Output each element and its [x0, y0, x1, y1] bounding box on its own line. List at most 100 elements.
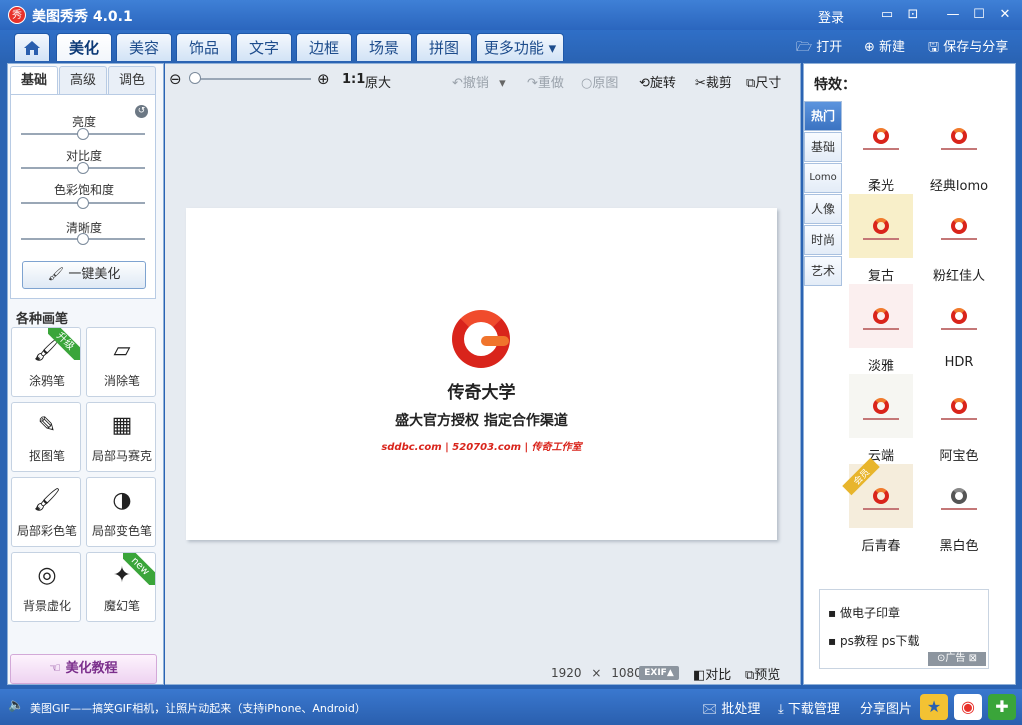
- brush-magic-button[interactable]: ✦ 魔幻笔 new: [86, 552, 156, 622]
- home-tab[interactable]: [14, 33, 50, 61]
- batch-button[interactable]: 🖂 批处理: [702, 698, 760, 722]
- ad-label[interactable]: ⊙广告 ⊠: [928, 652, 986, 666]
- resize-button[interactable]: ⧉尺寸: [746, 72, 781, 91]
- add-icon[interactable]: ✚: [988, 694, 1016, 720]
- sharpness-slider-knob[interactable]: [77, 233, 89, 245]
- effect-thumbnail[interactable]: 会员: [842, 457, 913, 528]
- tab-collage[interactable]: 拼图: [416, 33, 472, 61]
- effect-label[interactable]: 云端: [842, 445, 920, 464]
- effect-thumbnail[interactable]: [849, 194, 913, 258]
- menu-icon[interactable]: ⊡: [902, 5, 924, 25]
- effects-title: 特效：: [814, 77, 856, 93]
- effect-category-tab[interactable]: 时尚: [804, 225, 842, 255]
- brush-recolor-icon: ◑: [112, 488, 132, 513]
- effect-thumbnail[interactable]: [927, 464, 991, 528]
- effect-thumbnail[interactable]: [849, 374, 913, 438]
- maximize-icon[interactable]: ☐: [968, 5, 990, 25]
- effect-thumbnail[interactable]: [927, 374, 991, 438]
- brush-cutout-label: 抠图笔: [28, 449, 65, 463]
- effect-label[interactable]: 粉红佳人: [920, 265, 998, 284]
- brush-doodle-button[interactable]: 🖌 涂鸦笔 升级: [11, 327, 81, 397]
- effect-category-tab[interactable]: 基础: [804, 132, 842, 162]
- crop-button[interactable]: ✂裁剪: [695, 72, 732, 91]
- zoom-ratio[interactable]: 1:1: [342, 72, 365, 87]
- effect-label[interactable]: 黑白色: [920, 535, 998, 554]
- preview-button[interactable]: ⧉预览: [745, 664, 780, 683]
- brush-color-button[interactable]: 🖌 局部彩色笔: [11, 477, 81, 547]
- weibo-icon[interactable]: ◉: [954, 694, 982, 720]
- zoom-slider-track[interactable]: [195, 78, 311, 80]
- effect-category-tab[interactable]: Lomo: [804, 163, 842, 193]
- brush-eraser-button[interactable]: ▱ 消除笔: [86, 327, 156, 397]
- brush-blur-icon: ◎: [37, 563, 57, 588]
- brush-blur-button[interactable]: ◎ 背景虚化: [11, 552, 81, 622]
- effect-thumbnail[interactable]: [849, 284, 913, 348]
- brush-cutout-button[interactable]: ✎ 抠图笔: [11, 402, 81, 472]
- effect-category-tab[interactable]: 热门: [804, 101, 842, 131]
- effect-label[interactable]: 复古: [842, 265, 920, 284]
- ad-item-ps[interactable]: ▪ ps教程 ps下载: [828, 632, 920, 649]
- effect-thumbnail[interactable]: [927, 104, 991, 168]
- zoom-in-icon[interactable]: ⊕: [317, 70, 330, 88]
- redo-button[interactable]: ↷重做: [527, 72, 564, 91]
- original-size-button[interactable]: 原大: [365, 72, 391, 91]
- status-message[interactable]: 美图GIF——搞笑GIF相机，让照片动起来（支持iPhone、Android）: [30, 700, 366, 716]
- tab-more-features[interactable]: 更多功能 ▾: [476, 33, 564, 61]
- tab-basic[interactable]: 基础: [10, 66, 58, 94]
- effect-thumbnail[interactable]: [927, 194, 991, 258]
- new-button[interactable]: ⊕ 新建: [864, 36, 905, 55]
- effect-label[interactable]: HDR: [920, 355, 998, 370]
- minimize-icon[interactable]: —: [942, 5, 964, 25]
- effect-thumb-text: [941, 418, 977, 420]
- canvas-toolbar: ⊖ ⊕ 1:1 原大 ↶撤销 ▾ ↷重做 ○原图 ⟲旋转 ✂裁剪 ⧉尺寸: [165, 64, 801, 96]
- effect-thumbnail[interactable]: [849, 104, 913, 168]
- login-link[interactable]: 登录: [818, 7, 844, 26]
- star-icon[interactable]: ★: [920, 694, 948, 720]
- effect-thumb-logo: [951, 488, 967, 504]
- effect-label[interactable]: 淡雅: [842, 355, 920, 374]
- effect-label[interactable]: 柔光: [842, 175, 920, 194]
- brush-mosaic-button[interactable]: ▦ 局部马赛克: [86, 402, 156, 472]
- tab-beautify[interactable]: 美化: [56, 33, 112, 61]
- effect-label[interactable]: 后青春: [842, 535, 920, 554]
- dimension-times: ×: [591, 666, 602, 680]
- open-button[interactable]: 🗁 打开: [796, 36, 842, 60]
- tab-advanced[interactable]: 高级: [59, 66, 107, 94]
- effect-category-tab[interactable]: 人像: [804, 194, 842, 224]
- brush-recolor-button[interactable]: ◑ 局部变色笔: [86, 477, 156, 547]
- ad-item-seal[interactable]: ▪ 做电子印章: [828, 604, 900, 621]
- tab-face[interactable]: 美容: [116, 33, 172, 61]
- contrast-slider-knob[interactable]: [77, 162, 89, 174]
- download-manager-button[interactable]: ⤓ 下载管理: [778, 698, 840, 717]
- image-canvas[interactable]: 传奇大学 盛大官方授权 指定合作渠道 sddbc.com | 520703.co…: [186, 208, 777, 540]
- tab-decoration[interactable]: 饰品: [176, 33, 232, 61]
- share-image-button[interactable]: 分享图片: [860, 698, 912, 717]
- tab-text[interactable]: 文字: [236, 33, 292, 61]
- undo-button[interactable]: ↶撤销 ▾: [452, 72, 506, 91]
- speaker-icon[interactable]: 🔈: [8, 698, 24, 713]
- zoom-slider-knob[interactable]: [189, 72, 201, 84]
- undo-dropdown-icon[interactable]: ▾: [499, 76, 506, 91]
- save-share-button[interactable]: 🖫 保存与分享: [928, 36, 1008, 60]
- redo-icon: ↷: [527, 76, 538, 91]
- auto-beautify-button[interactable]: 🖌 一键美化: [22, 261, 146, 289]
- compare-button[interactable]: ◧对比: [693, 664, 731, 683]
- scissors-icon: ✂: [695, 76, 706, 91]
- message-icon[interactable]: ▭: [876, 5, 898, 25]
- tab-scene[interactable]: 场景: [356, 33, 412, 61]
- exif-button[interactable]: EXIF▲: [639, 666, 679, 680]
- effect-label[interactable]: 经典lomo: [920, 175, 998, 194]
- close-icon[interactable]: ✕: [994, 5, 1016, 25]
- zoom-out-icon[interactable]: ⊖: [169, 70, 182, 88]
- beautify-tutorial-button[interactable]: ☜ 美化教程: [10, 654, 157, 684]
- effect-thumbnail[interactable]: [927, 284, 991, 348]
- effect-category-tab[interactable]: 艺术: [804, 256, 842, 286]
- effect-thumb-logo: [951, 218, 967, 234]
- tab-color[interactable]: 调色: [108, 66, 156, 94]
- saturation-slider-knob[interactable]: [77, 197, 89, 209]
- effect-label[interactable]: 阿宝色: [920, 445, 998, 464]
- original-image-button[interactable]: ○原图: [581, 72, 618, 91]
- tab-frame[interactable]: 边框: [296, 33, 352, 61]
- brightness-slider-knob[interactable]: [77, 128, 89, 140]
- rotate-button[interactable]: ⟲旋转: [639, 72, 676, 91]
